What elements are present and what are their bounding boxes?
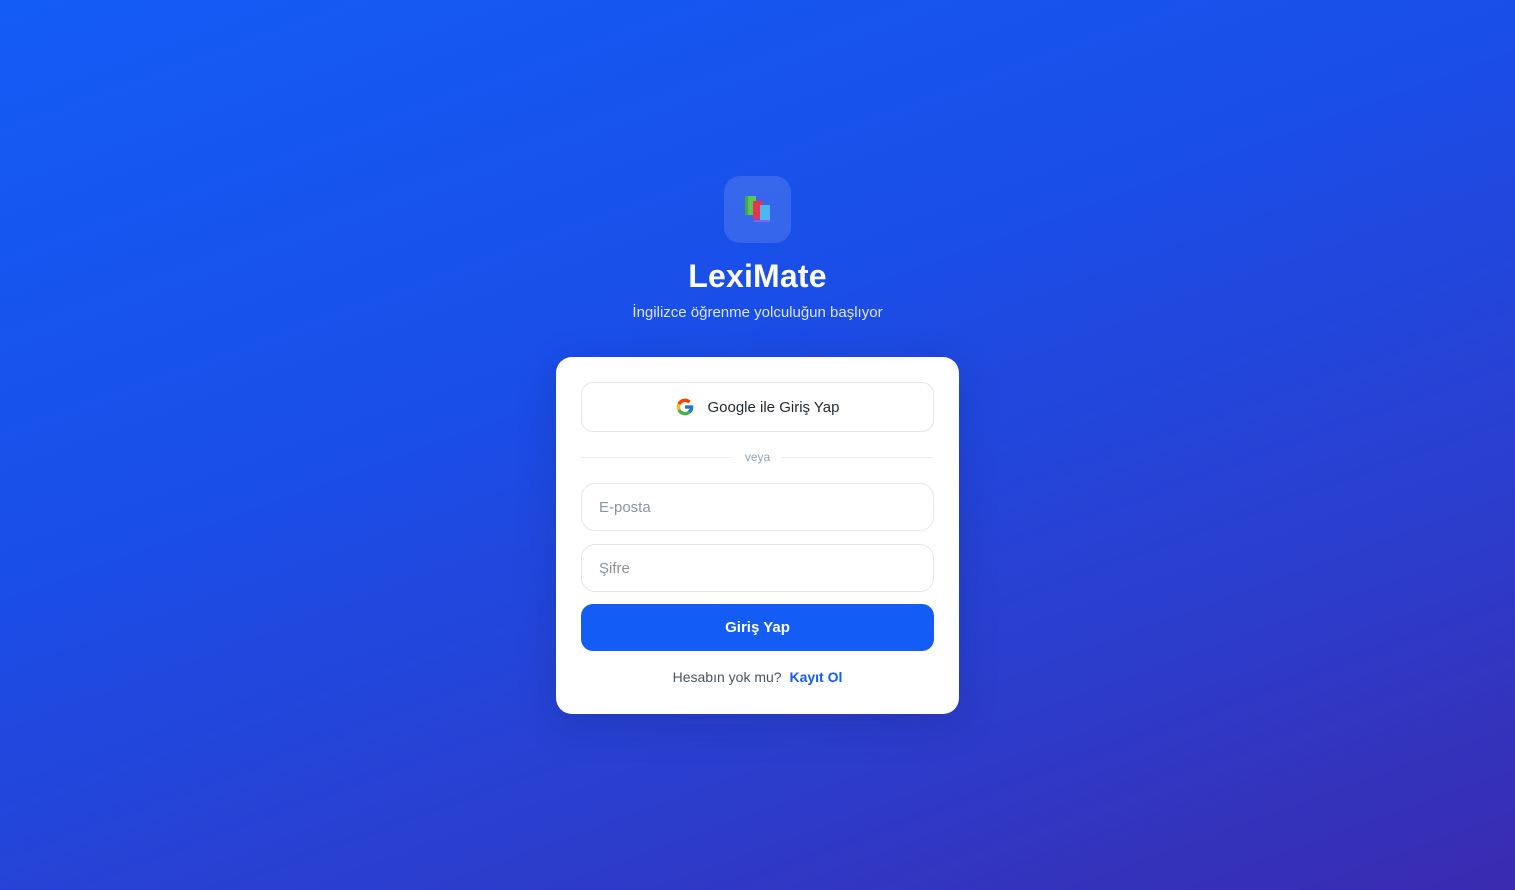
divider-line-left — [581, 456, 733, 458]
books-icon — [744, 195, 770, 222]
app-title: LexiMate — [688, 258, 827, 294]
google-icon — [677, 398, 694, 416]
email-input[interactable] — [581, 483, 934, 531]
divider-text: veya — [744, 450, 771, 464]
app-logo — [724, 176, 791, 243]
signup-prompt: Hesabın yok mu? — [672, 669, 782, 685]
google-login-button[interactable]: Google ile Giriş Yap — [581, 382, 934, 432]
google-login-label: Google ile Giriş Yap — [707, 398, 840, 416]
password-input[interactable] — [581, 544, 934, 592]
signup-link[interactable]: Kayıt Ol — [789, 669, 842, 685]
signup-row: Hesabın yok mu? Kayıt Ol — [556, 669, 959, 685]
login-card: Google ile Giriş Yap veya Giriş Yap Hesa… — [556, 357, 959, 714]
login-button[interactable]: Giriş Yap — [581, 604, 934, 651]
divider-line-right — [782, 456, 935, 458]
or-divider: veya — [581, 447, 935, 467]
app-subtitle: İngilizce öğrenme yolculuğun başlıyor — [632, 304, 883, 321]
